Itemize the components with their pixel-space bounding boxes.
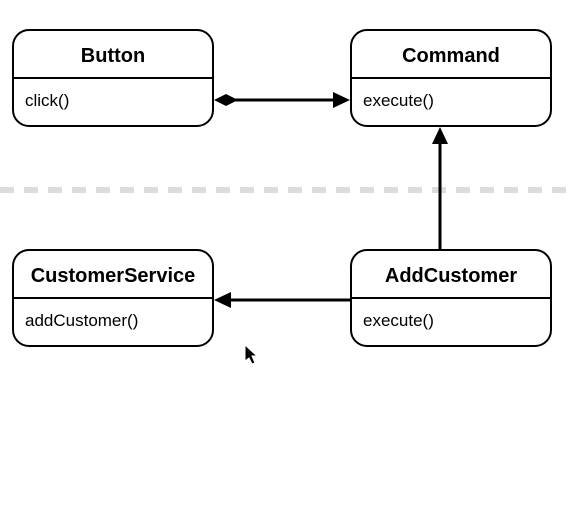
class-customerservice-method: addCustomer() — [25, 311, 138, 330]
class-command: Command execute() — [351, 30, 551, 126]
class-button: Button click() — [13, 30, 213, 126]
class-button-title: Button — [81, 45, 145, 67]
cursor-icon — [245, 345, 257, 364]
class-customerservice: CustomerService addCustomer() — [13, 250, 213, 346]
class-addcustomer-method: execute() — [363, 311, 434, 330]
class-addcustomer-title: AddCustomer — [385, 265, 517, 287]
class-command-title: Command — [402, 45, 500, 67]
class-customerservice-title: CustomerService — [31, 265, 196, 287]
class-addcustomer: AddCustomer execute() — [351, 250, 551, 346]
class-command-method: execute() — [363, 91, 434, 110]
uml-diagram: Button click() Command execute() Custome… — [0, 0, 575, 512]
arrow-button-command — [214, 92, 350, 108]
class-button-method: click() — [25, 91, 69, 110]
arrow-addcustomer-customerservice — [214, 292, 350, 308]
